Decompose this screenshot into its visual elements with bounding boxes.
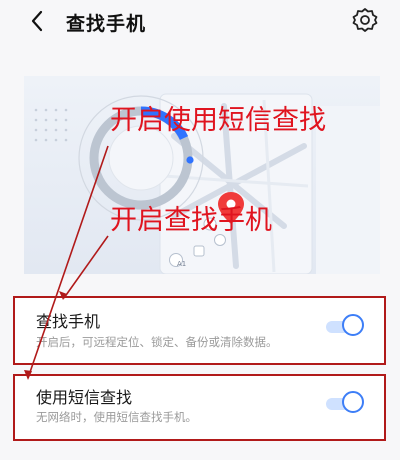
chevron-left-icon [31, 10, 43, 32]
map-badge-label: A1 [177, 260, 187, 268]
header-bar: 查找手机 [0, 0, 400, 44]
highlight-box-sms-find [13, 374, 386, 441]
gear-icon [352, 8, 378, 32]
find-phone-annotation: 开启查找手机 [110, 205, 272, 236]
sms-find-annotation: 开启使用短信查找 [110, 105, 326, 136]
back-button[interactable] [26, 8, 50, 34]
settings-button[interactable] [352, 7, 378, 33]
highlight-box-find-phone [13, 296, 386, 365]
find-phone-banner: 开启使用短信查找 开启查找手机 A1 [24, 76, 380, 274]
page-title: 查找手机 [66, 13, 147, 35]
